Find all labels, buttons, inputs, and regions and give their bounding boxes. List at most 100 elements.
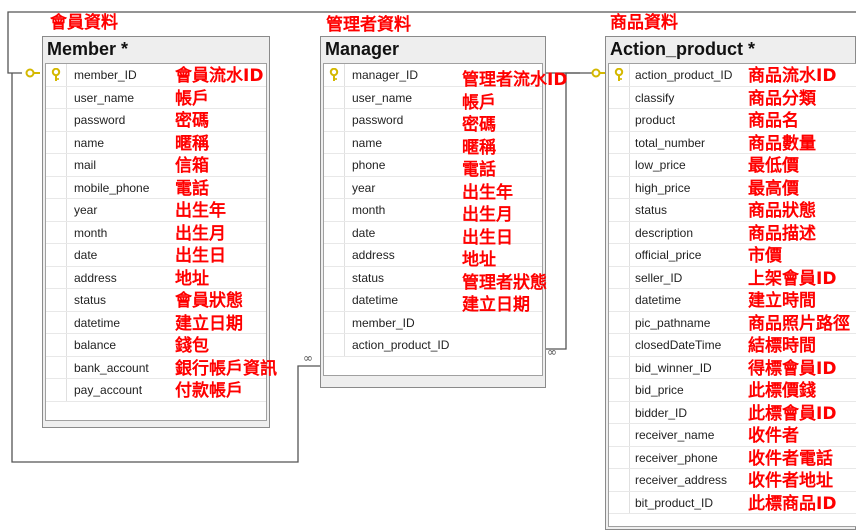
column-name: bit_product_ID — [635, 495, 714, 510]
column-row[interactable]: name — [324, 131, 542, 154]
row-selector[interactable] — [609, 131, 630, 153]
column-row[interactable]: status — [609, 199, 856, 222]
column-annotation: 市價 — [748, 246, 782, 266]
column-name: datetime — [352, 293, 399, 307]
row-selector[interactable] — [324, 334, 345, 356]
row-selector[interactable] — [324, 289, 345, 311]
column-row[interactable]: phone — [324, 154, 542, 177]
row-selector[interactable] — [46, 379, 67, 401]
row-selector[interactable] — [46, 311, 67, 333]
row-selector[interactable] — [324, 221, 345, 243]
column-annotation: 密碼 — [175, 111, 209, 131]
relationship-line-manager-product[interactable] — [546, 72, 592, 350]
column-annotation: 收件者 — [748, 426, 799, 446]
row-selector[interactable] — [324, 154, 345, 176]
column-row[interactable]: low_price — [609, 154, 856, 177]
column-annotation: 出生日 — [462, 227, 513, 248]
column-name: status — [74, 293, 107, 307]
row-selector[interactable] — [46, 244, 67, 266]
row-selector[interactable] — [324, 109, 345, 131]
action-product-table-title[interactable]: Action_product * — [610, 39, 755, 60]
column-row[interactable]: action_product_ID — [324, 334, 542, 357]
column-name: address — [74, 270, 117, 285]
member-table-caption: 會員資料 — [50, 13, 118, 33]
row-selector[interactable] — [46, 131, 67, 153]
row-selector[interactable] — [609, 244, 630, 266]
column-name: classify — [635, 90, 675, 105]
row-selector[interactable] — [46, 334, 67, 356]
row-selector[interactable] — [609, 154, 630, 176]
column-name: closedDateTime — [635, 338, 722, 352]
row-selector[interactable] — [609, 266, 630, 288]
column-name: user_name — [352, 90, 413, 105]
column-row[interactable]: name — [46, 131, 266, 154]
column-annotation: 商品照片路徑 — [748, 313, 850, 334]
row-selector[interactable] — [46, 176, 67, 198]
column-annotation: 商品狀態 — [748, 201, 816, 221]
row-selector[interactable] — [609, 424, 630, 446]
row-selector[interactable] — [46, 199, 67, 221]
column-name: datetime — [635, 293, 682, 307]
column-annotation: 管理者狀態 — [462, 272, 547, 293]
row-selector[interactable] — [609, 221, 630, 243]
column-annotation: 錢包 — [175, 336, 209, 356]
row-selector[interactable] — [46, 289, 67, 311]
row-selector[interactable] — [324, 86, 345, 108]
column-annotation: 出生月 — [175, 223, 226, 244]
column-row[interactable]: date — [46, 244, 266, 267]
column-name: low_price — [635, 158, 686, 172]
column-annotation: 上架會員ID — [748, 268, 837, 289]
primary-key-icon — [614, 67, 624, 82]
row-selector[interactable] — [609, 334, 630, 356]
row-selector[interactable] — [609, 401, 630, 423]
row-selector[interactable] — [46, 356, 67, 378]
row-selector[interactable] — [609, 379, 630, 401]
row-selector[interactable] — [609, 176, 630, 198]
column-row[interactable]: product — [609, 109, 856, 132]
row-selector[interactable] — [324, 199, 345, 221]
column-row[interactable]: total_number — [609, 131, 856, 154]
column-annotation: 商品數量 — [748, 133, 816, 154]
row-selector[interactable] — [324, 311, 345, 333]
row-selector[interactable] — [609, 199, 630, 221]
row-selector[interactable] — [609, 356, 630, 378]
row-selector[interactable] — [46, 86, 67, 108]
column-annotation: 商品分類 — [748, 88, 816, 109]
column-name: description — [635, 225, 694, 240]
column-name: name — [74, 135, 105, 150]
manager-table-title[interactable]: Manager — [325, 39, 399, 60]
row-selector[interactable] — [46, 221, 67, 243]
row-selector[interactable] — [609, 469, 630, 491]
row-selector[interactable] — [324, 266, 345, 288]
column-row[interactable]: year — [46, 199, 266, 222]
column-row[interactable]: description — [609, 221, 856, 244]
row-selector[interactable] — [609, 311, 630, 333]
column-row[interactable]: month — [46, 221, 266, 244]
column-row[interactable]: user_name — [46, 86, 266, 109]
row-selector[interactable] — [609, 446, 630, 468]
primary-key-icon — [329, 67, 339, 82]
column-row[interactable]: password — [324, 109, 542, 132]
row-selector[interactable] — [609, 109, 630, 131]
row-selector[interactable] — [609, 491, 630, 513]
column-annotation: 帳戶 — [175, 88, 209, 109]
column-row[interactable]: high_price — [609, 176, 856, 199]
column-annotation: 建立時間 — [748, 291, 816, 311]
row-selector[interactable] — [609, 86, 630, 108]
row-selector[interactable] — [324, 176, 345, 198]
row-selector[interactable] — [609, 289, 630, 311]
column-row[interactable]: mail — [46, 154, 266, 177]
column-row[interactable]: password — [46, 109, 266, 132]
row-selector[interactable] — [324, 131, 345, 153]
row-selector[interactable] — [46, 109, 67, 131]
column-row[interactable]: classify — [609, 86, 856, 109]
column-name: date — [352, 225, 376, 240]
column-row[interactable]: mobile_phone — [46, 176, 266, 199]
member-table-title[interactable]: Member * — [47, 39, 128, 60]
row-selector[interactable] — [46, 266, 67, 288]
column-name: password — [74, 113, 126, 127]
manager-table-caption: 管理者資料 — [326, 15, 411, 35]
row-selector[interactable] — [324, 244, 345, 266]
column-annotation: 此標商品ID — [748, 493, 837, 514]
row-selector[interactable] — [46, 154, 67, 176]
